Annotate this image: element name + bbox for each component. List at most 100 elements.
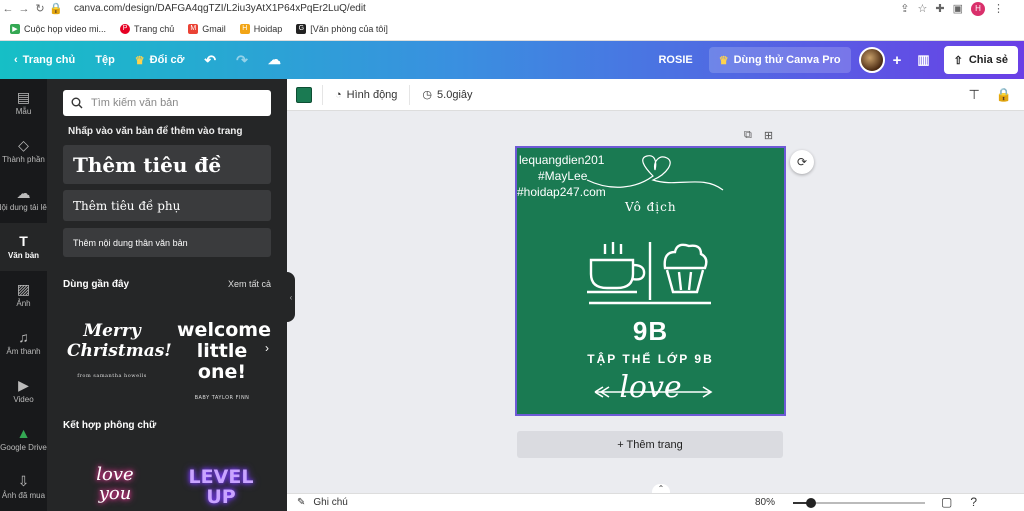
redo-button[interactable]: ↷ xyxy=(226,41,258,79)
animate-button[interactable]: ◔ Hình động xyxy=(322,84,409,105)
reload-icon[interactable]: ↻ xyxy=(32,2,48,15)
rail-item-photos[interactable]: ▨ Ảnh xyxy=(0,271,47,319)
hoidap-icon: H xyxy=(239,23,250,34)
gmail-icon: M xyxy=(188,23,199,34)
share-page-icon[interactable]: ⇪ xyxy=(900,2,909,15)
page-count-icon[interactable]: ▢ xyxy=(941,495,952,509)
text-icon: T xyxy=(19,233,28,249)
crown-icon: ♛ xyxy=(718,54,729,67)
notes-button[interactable]: ✎ Ghi chú xyxy=(287,497,348,508)
purchased-icon: ⇩ xyxy=(17,473,30,489)
bookmark-office[interactable]: G [Văn phòng của tôi] xyxy=(296,23,388,34)
bookmark-gmail[interactable]: M Gmail xyxy=(188,23,226,34)
insights-button[interactable]: ▥ xyxy=(909,41,937,79)
watermark-line-3[interactable]: #hoidap247.com xyxy=(517,185,606,199)
animate-icon: ◔ xyxy=(335,88,342,101)
add-heading-button[interactable]: Thêm tiêu đề xyxy=(63,145,271,184)
rail-item-google-drive[interactable]: ▲ Google Drive xyxy=(0,415,47,463)
class-group-text[interactable]: TẬP THỂ LỚP 9B xyxy=(517,352,784,366)
rail-item-video[interactable]: ▶ Video xyxy=(0,367,47,415)
canva-topbar: ‹ Trang chủ Tệp ♛ Đổi cỡ ↶ ↷ ☁ ROSIE ♛ D… xyxy=(0,41,1024,79)
clock-icon: ◷ xyxy=(422,89,433,101)
zoom-slider-knob[interactable] xyxy=(806,498,817,508)
font-combo-level-up[interactable]: LEVEL UP xyxy=(185,467,257,507)
rail-item-text[interactable]: T Văn bản xyxy=(0,223,47,271)
refresh-icon[interactable]: ⟳ xyxy=(790,150,814,174)
bookmark-hoidap[interactable]: H Hoidap xyxy=(239,23,282,34)
cloud-icon: ☁ xyxy=(267,52,281,67)
editor-toolbar: ◔ Hình động ◷ 5.0giây ⊤ 🔒 xyxy=(287,79,1024,111)
rail-item-purchased[interactable]: ⇩ Ảnh đã mua xyxy=(0,463,47,511)
bookmark-meet[interactable]: ▶ Cuộc họp video mi... xyxy=(10,23,106,34)
add-collaborator-button[interactable]: + xyxy=(885,41,910,79)
panel-hint: Nhấp vào văn bản để thêm vào trang xyxy=(68,126,243,137)
rail-item-templates[interactable]: ▤ Mẫu xyxy=(0,79,47,127)
star-icon[interactable]: ☆ xyxy=(918,2,928,15)
cloud-save-button[interactable]: ☁ xyxy=(258,41,291,79)
canva-pro-button[interactable]: ♛ Dùng thử Canva Pro xyxy=(708,47,851,73)
rail-item-uploads[interactable]: ☁ Nội dung tải lên xyxy=(0,175,47,223)
upload-icon: ☁ xyxy=(16,185,31,201)
browser-actions: ⇪ ☆ ✚ ▣ H ⋮ xyxy=(900,1,1024,16)
browser-url-bar: ← → ↻ 🔒 canva.com/design/DAFGA4qgTZI/L2i… xyxy=(0,0,1024,17)
font-combo-love-you[interactable]: love you xyxy=(85,465,145,503)
footer-right: ▢ ? xyxy=(941,495,977,509)
zoom-slider[interactable] xyxy=(793,498,925,508)
add-body-button[interactable]: Thêm nội dung thân văn bản xyxy=(63,228,271,257)
cupcake-icon xyxy=(663,243,708,294)
rail-item-audio[interactable]: ♫ Âm thanh xyxy=(0,319,47,367)
add-page-button[interactable]: + Thêm trang xyxy=(517,431,783,458)
toolbar-right: ⊤ 🔒 xyxy=(968,87,1024,103)
page-controls: ⧉ ⊞ xyxy=(744,129,773,142)
search-box[interactable] xyxy=(63,90,271,116)
add-subheading-button[interactable]: Thêm tiêu đề phụ xyxy=(63,190,271,221)
see-all-link[interactable]: Xem tất cả xyxy=(228,279,271,289)
forward-icon[interactable]: → xyxy=(16,3,32,15)
resize-button[interactable]: ♛ Đổi cỡ xyxy=(125,41,195,79)
home-button[interactable]: ‹ Trang chủ xyxy=(0,41,85,79)
watermark-line-1[interactable]: lequangdien201 xyxy=(519,153,604,167)
undo-button[interactable]: ↶ xyxy=(194,41,226,79)
background-color-swatch[interactable] xyxy=(296,86,312,103)
share-button[interactable]: ⇧ Chia sẻ xyxy=(943,46,1018,74)
template-icon: ▤ xyxy=(16,89,31,105)
url-text[interactable]: canva.com/design/DAFGA4qgTZI/L2iu3yAtX1P… xyxy=(74,3,366,14)
duplicate-page-icon[interactable]: ⧉ xyxy=(744,129,752,142)
zoom-level[interactable]: 80% xyxy=(755,497,775,508)
duration-button[interactable]: ◷ 5.0giây xyxy=(409,84,484,105)
search-input[interactable] xyxy=(91,97,261,109)
chevron-right-icon[interactable]: › xyxy=(265,341,269,355)
search-icon xyxy=(71,97,83,109)
bookmarks-bar: ▶ Cuộc họp video mi... P Trang chủ M Gma… xyxy=(0,17,1024,41)
font-combo-welcome[interactable]: welcome little one! BABY TAYLOR FINN xyxy=(177,320,271,409)
paint-roller-icon[interactable]: ⊤ xyxy=(968,87,979,103)
lock-icon: 🔒 xyxy=(49,3,63,15)
champion-text[interactable]: Vô địch xyxy=(625,200,677,214)
help-icon[interactable]: ? xyxy=(970,495,977,509)
bookmark-pinterest[interactable]: P Trang chủ xyxy=(120,23,174,34)
undo-icon: ↶ xyxy=(204,51,217,68)
class-name-text[interactable]: 9B xyxy=(517,316,784,347)
pencil-icon: ✎ xyxy=(297,497,306,508)
chevron-up-icon[interactable]: ⌃ xyxy=(652,484,670,493)
design-page[interactable]: lequangdien201 #MayLee #hoidap247.com Vô… xyxy=(515,146,786,416)
font-combo-merry-christmas[interactable]: Merry Christmas! from samantha howells xyxy=(67,321,172,386)
collapse-panel-handle[interactable]: ‹ xyxy=(287,272,295,322)
add-page-icon[interactable]: ⊞ xyxy=(764,129,773,142)
love-script-text[interactable]: love xyxy=(517,370,784,406)
editor-footer: ✎ Ghi chú 80% ▢ ? xyxy=(287,493,1024,511)
rail-item-elements[interactable]: ◇ Thành phần xyxy=(0,127,47,175)
recent-section-title: Dùng gần đây xyxy=(63,279,130,290)
watermark-line-2[interactable]: #MayLee xyxy=(538,169,587,183)
back-icon[interactable]: ← xyxy=(0,3,16,15)
sidebar-icon[interactable]: ▣ xyxy=(953,2,963,15)
photo-icon: ▨ xyxy=(16,281,31,297)
lock-icon[interactable]: 🔒 xyxy=(996,87,1012,103)
file-menu-button[interactable]: Tệp xyxy=(85,41,125,79)
profile-avatar[interactable]: H xyxy=(971,1,985,16)
extensions-icon[interactable]: ✚ xyxy=(935,2,944,15)
menu-icon[interactable]: ⋮ xyxy=(993,2,1004,15)
combo-section-title: Kết hợp phông chữ xyxy=(63,420,157,431)
avatar[interactable] xyxy=(858,47,885,73)
google-drive-icon: ▲ xyxy=(16,425,31,441)
